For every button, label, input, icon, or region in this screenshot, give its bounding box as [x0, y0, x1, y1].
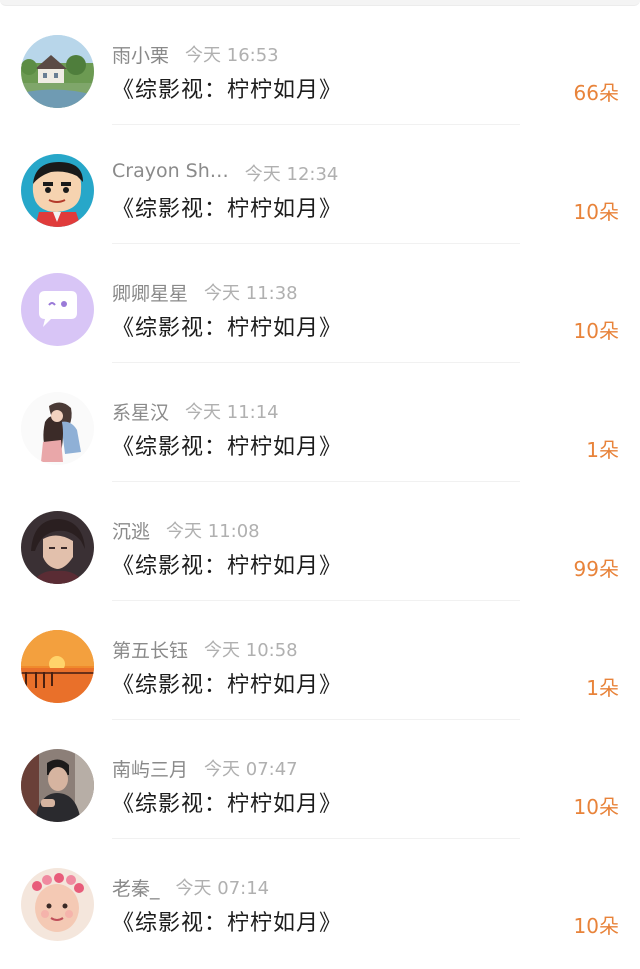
book-title[interactable]: 《综影视：柠柠如月》: [112, 72, 342, 104]
man-photo-avatar[interactable]: [21, 749, 94, 822]
gift-amount: 10朵: [573, 200, 619, 224]
list-item[interactable]: 老秦_ 今天 07:14 《综影视：柠柠如月》 10朵: [0, 839, 640, 958]
item-meta: 老秦_ 今天 07:14: [112, 874, 270, 901]
book-title[interactable]: 《综影视：柠柠如月》: [112, 191, 342, 223]
user-name[interactable]: 系星汉: [112, 398, 169, 425]
couple-illustration-avatar[interactable]: [21, 392, 94, 465]
gift-amount: 66朵: [573, 81, 619, 105]
timestamp: 今天 07:14: [175, 878, 270, 899]
list-item[interactable]: Crayon Sh… 今天 12:34 《综影视：柠柠如月》 10朵: [0, 125, 640, 244]
user-name[interactable]: 沉逃: [112, 517, 150, 544]
user-name[interactable]: 第五长钰: [112, 636, 188, 663]
gift-amount: 10朵: [573, 795, 619, 819]
cartoon-boy-avatar[interactable]: [21, 154, 94, 227]
list-item[interactable]: 南屿三月 今天 07:47 《综影视：柠柠如月》 10朵: [0, 720, 640, 839]
item-meta: 系星汉 今天 11:14: [112, 398, 279, 425]
item-meta: 卿卿星星 今天 11:38: [112, 279, 298, 306]
list-item[interactable]: 系星汉 今天 11:14 《综影视：柠柠如月》 1朵: [0, 363, 640, 482]
gift-amount: 10朵: [573, 319, 619, 343]
book-title[interactable]: 《综影视：柠柠如月》: [112, 310, 342, 342]
timestamp: 今天 16:53: [185, 45, 279, 66]
timestamp: 今天 11:08: [166, 521, 260, 542]
item-meta: 南屿三月 今天 07:47: [112, 755, 298, 782]
gift-amount: 1朵: [586, 438, 619, 462]
list-item[interactable]: 沉逃 今天 11:08 《综影视：柠柠如月》 99朵: [0, 482, 640, 601]
book-title[interactable]: 《综影视：柠柠如月》: [112, 786, 342, 818]
user-name[interactable]: 老秦_: [112, 874, 160, 901]
user-name[interactable]: 卿卿星星: [112, 279, 188, 306]
user-name[interactable]: Crayon Sh…: [112, 160, 229, 182]
child-flower-crown-avatar[interactable]: [21, 868, 94, 941]
user-name[interactable]: 雨小栗: [112, 41, 169, 68]
list-item[interactable]: 卿卿星星 今天 11:38 《综影视：柠柠如月》 10朵: [0, 244, 640, 363]
timestamp: 今天 11:14: [185, 402, 279, 423]
list-item[interactable]: 雨小栗 今天 16:53 《综影视：柠柠如月》 66朵: [0, 6, 640, 125]
gift-amount: 1朵: [586, 676, 619, 700]
book-title[interactable]: 《综影视：柠柠如月》: [112, 429, 342, 461]
timestamp: 今天 10:58: [204, 640, 298, 661]
landscape-house-avatar[interactable]: [21, 35, 94, 108]
book-title[interactable]: 《综影视：柠柠如月》: [112, 667, 342, 699]
item-meta: 雨小栗 今天 16:53: [112, 41, 279, 68]
timestamp: 今天 12:34: [244, 164, 339, 185]
user-name[interactable]: 南屿三月: [112, 755, 188, 782]
timestamp: 今天 11:38: [204, 283, 298, 304]
gift-amount: 10朵: [573, 914, 619, 938]
gift-amount: 99朵: [573, 557, 619, 581]
book-title[interactable]: 《综影视：柠柠如月》: [112, 548, 342, 580]
sunset-pier-avatar[interactable]: [21, 630, 94, 703]
timestamp: 今天 07:47: [204, 759, 298, 780]
character-portrait-avatar[interactable]: [21, 511, 94, 584]
item-meta: Crayon Sh… 今天 12:34: [112, 160, 339, 185]
item-meta: 沉逃 今天 11:08: [112, 517, 260, 544]
purple-chat-avatar[interactable]: [21, 273, 94, 346]
list-item[interactable]: 第五长钰 今天 10:58 《综影视：柠柠如月》 1朵: [0, 601, 640, 720]
book-title[interactable]: 《综影视：柠柠如月》: [112, 905, 342, 937]
item-meta: 第五长钰 今天 10:58: [112, 636, 298, 663]
